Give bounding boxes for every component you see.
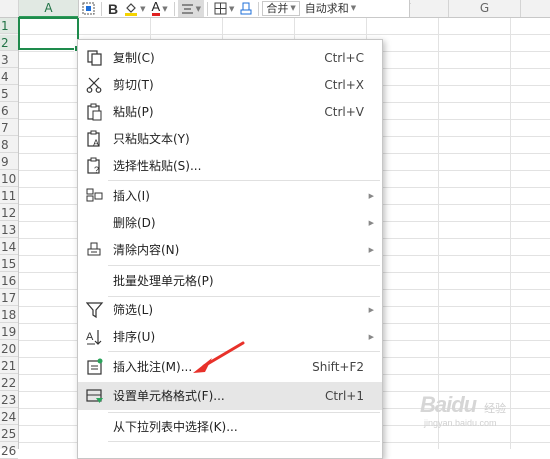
watermark-brand: Baidu [420,392,477,417]
watermark-url: jingyan.baidu.com [424,418,497,428]
baidu-jingyan-watermark: Baidu 经验 jingyan.baidu.com [420,392,550,440]
annotation-arrow-icon [193,341,245,373]
watermark-sub: 经验 [484,403,507,415]
